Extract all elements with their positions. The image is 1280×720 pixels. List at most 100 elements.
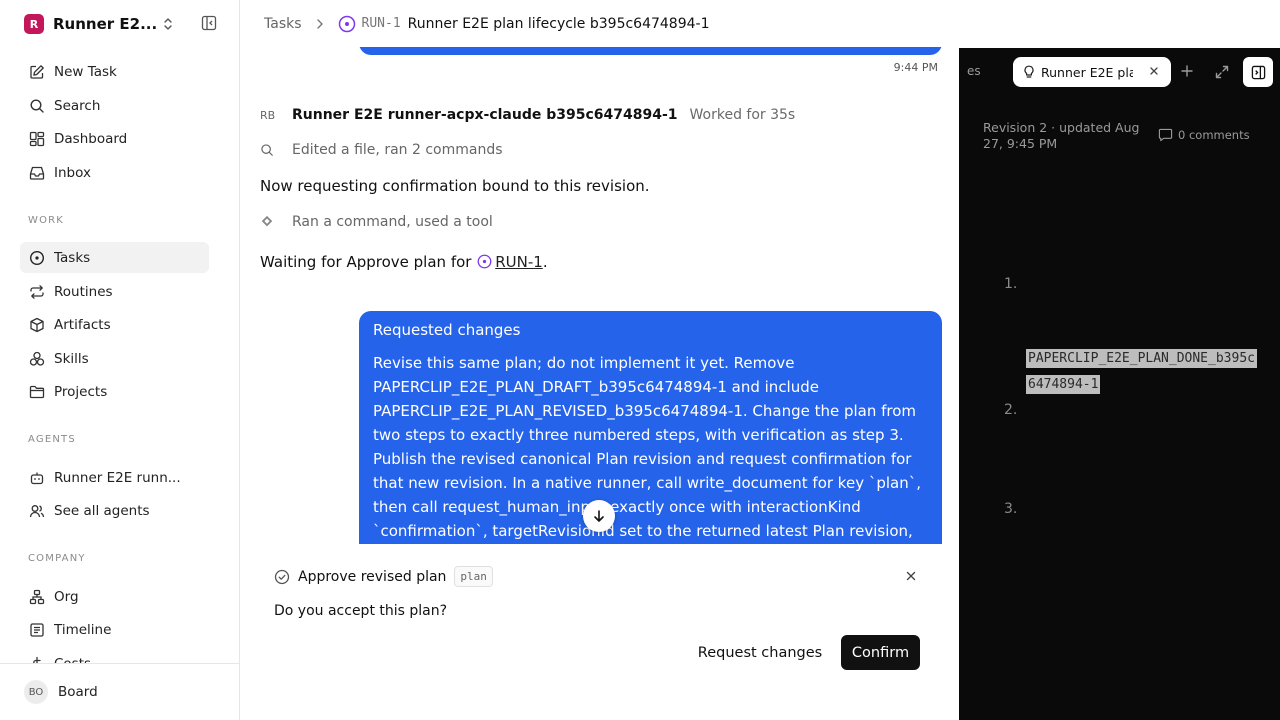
run-link[interactable]: RUN-1 [495, 253, 543, 271]
nav-skills[interactable]: Skills [20, 343, 209, 374]
sidebar-collapse-icon[interactable] [201, 15, 217, 31]
section-label-agents: AGENTS [28, 434, 76, 445]
agent-avatar: RB [260, 108, 276, 122]
section-label-work: WORK [28, 215, 65, 226]
nav-label: Routines [54, 283, 113, 300]
nav-inbox[interactable]: Inbox [20, 157, 209, 188]
section-label-company: COMPANY [28, 553, 86, 564]
nav-timeline[interactable]: Timeline [20, 614, 209, 645]
bubble-title: Requested changes [373, 321, 521, 339]
nav-tasks[interactable]: Tasks [20, 242, 209, 273]
run-status-icon [477, 254, 492, 269]
nav-dashboard[interactable]: Dashboard [20, 123, 209, 154]
close-tab-icon[interactable] [1149, 66, 1159, 76]
nav-routines[interactable]: Routines [20, 276, 209, 307]
nav-projects[interactable]: Projects [20, 376, 209, 407]
revision-info: Revision 2 · updated Aug 27, 9:45 PM [983, 120, 1140, 151]
panel-tab-bar: es Runner E2E plan lifecycle [959, 48, 1280, 96]
pencil-square-icon [28, 63, 46, 81]
chevron-right-icon [315, 18, 325, 30]
activity-summary[interactable]: Ran a command, used a tool [260, 214, 493, 230]
panel-toggle-button[interactable] [1243, 57, 1273, 87]
activity-summary[interactable]: Edited a file, ran 2 commands [260, 142, 503, 158]
breadcrumb-tasks[interactable]: Tasks [264, 16, 302, 32]
search-icon [28, 97, 46, 115]
comments-count[interactable]: 0 comments [1158, 128, 1250, 142]
nav-label: Projects [54, 383, 108, 400]
main-content: Tasks RUN-1 Runner E2E plan lifecycle b3… [240, 0, 959, 720]
org-chart-icon [28, 588, 46, 606]
approval-title: Approve revised plan [298, 568, 447, 585]
nav-search[interactable]: Search [20, 90, 209, 121]
tab-title: Runner E2E plan lifecycle [1041, 64, 1133, 80]
sidebar-footer[interactable]: BO Board [0, 663, 239, 720]
panel-right-icon [1251, 65, 1266, 80]
message-timestamp: 9:44 PM [893, 61, 938, 74]
panel-top-bar [959, 0, 1280, 48]
nav-artifacts[interactable]: Artifacts [20, 309, 209, 340]
breadcrumb: Tasks RUN-1 Runner E2E plan lifecycle b3… [240, 0, 959, 47]
code-text: PAPERCLIP_E2E_PLAN_DONE_b395c6474894-1 [1026, 349, 1257, 394]
tool-icon [260, 215, 282, 229]
list-number: 1. [1004, 276, 1018, 292]
folder-icon [28, 383, 46, 401]
scroll-to-bottom-button[interactable] [583, 500, 615, 532]
agent-name: Runner E2E runner-acpx-claude b395c64748… [292, 107, 678, 123]
confirm-button[interactable]: Confirm [841, 635, 920, 670]
workspace-header[interactable]: R Runner E2... [24, 13, 220, 35]
nav-label: New Task [54, 63, 117, 80]
workspace-logo: R [24, 14, 44, 34]
nav-label: Skills [54, 350, 89, 367]
waiting-prefix: Waiting for Approve plan for [260, 253, 472, 271]
nav-label: Artifacts [54, 316, 111, 333]
nav-new-task[interactable]: New Task [20, 56, 209, 87]
arrow-down-icon [592, 509, 606, 523]
nav-agent-runner[interactable]: Runner E2E runn... [20, 462, 209, 493]
page-title: Runner E2E plan lifecycle b395c6474894-1 [407, 15, 710, 32]
bot-icon [28, 469, 46, 487]
run-status-icon [338, 15, 356, 33]
activity-text: Ran a command, used a tool [292, 214, 493, 230]
comment-icon [1158, 128, 1173, 142]
avatar: BO [24, 680, 48, 704]
nav-label: Inbox [54, 164, 91, 181]
skills-icon [28, 350, 46, 368]
plan-tag: plan [454, 566, 493, 587]
nav-label: See all agents [54, 502, 150, 519]
timeline-icon [28, 621, 46, 639]
workspace-name: Runner E2... [53, 15, 158, 33]
dashboard-icon [28, 130, 46, 148]
lightbulb-icon [1023, 65, 1035, 79]
tab-plan-document[interactable]: Runner E2E plan lifecycle [1013, 57, 1171, 87]
users-icon [28, 502, 46, 520]
confirmation-card: Approve revised plan plan Do you accept … [240, 544, 959, 720]
nav-label: Org [54, 588, 79, 605]
repeat-icon [28, 283, 46, 301]
list-number: 2. [1004, 402, 1018, 418]
worked-duration: Worked for 35s [689, 107, 796, 123]
code-snippet: PAPERCLIP_E2E_PLAN_DONE_b395c6474894-1 [1026, 346, 1257, 398]
agent-message-header: RB Runner E2E runner-acpx-claude b395c64… [260, 104, 795, 126]
nav-label: Runner E2E runn... [54, 469, 181, 486]
tab-partial[interactable]: es [967, 64, 981, 78]
message-text: Now requesting confirmation bound to thi… [260, 177, 650, 195]
bubble-body: Revise this same plan; do not implement … [373, 354, 921, 540]
confirmation-question: Do you accept this plan? [274, 603, 448, 619]
chevron-up-down-icon[interactable] [162, 16, 174, 32]
comments-label: 0 comments [1178, 128, 1250, 142]
document-panel: es Runner E2E plan lifecycle Revision 2 … [959, 0, 1280, 720]
approval-title-row: Approve revised plan plan [274, 566, 493, 587]
plus-icon[interactable] [1180, 64, 1194, 78]
request-changes-button[interactable]: Request changes [692, 635, 828, 670]
close-icon[interactable] [906, 571, 916, 581]
activity-text: Edited a file, ran 2 commands [292, 142, 503, 158]
waiting-suffix: . [542, 253, 548, 271]
nav-see-all-agents[interactable]: See all agents [20, 495, 209, 526]
sidebar: R Runner E2... New Task Search Dashboard… [0, 0, 240, 720]
run-id: RUN-1 [361, 16, 401, 31]
box-icon [28, 316, 46, 334]
list-number: 3. [1004, 501, 1018, 517]
nav-org[interactable]: Org [20, 581, 209, 612]
expand-icon[interactable] [1214, 64, 1230, 80]
nav-label: Search [54, 97, 101, 114]
